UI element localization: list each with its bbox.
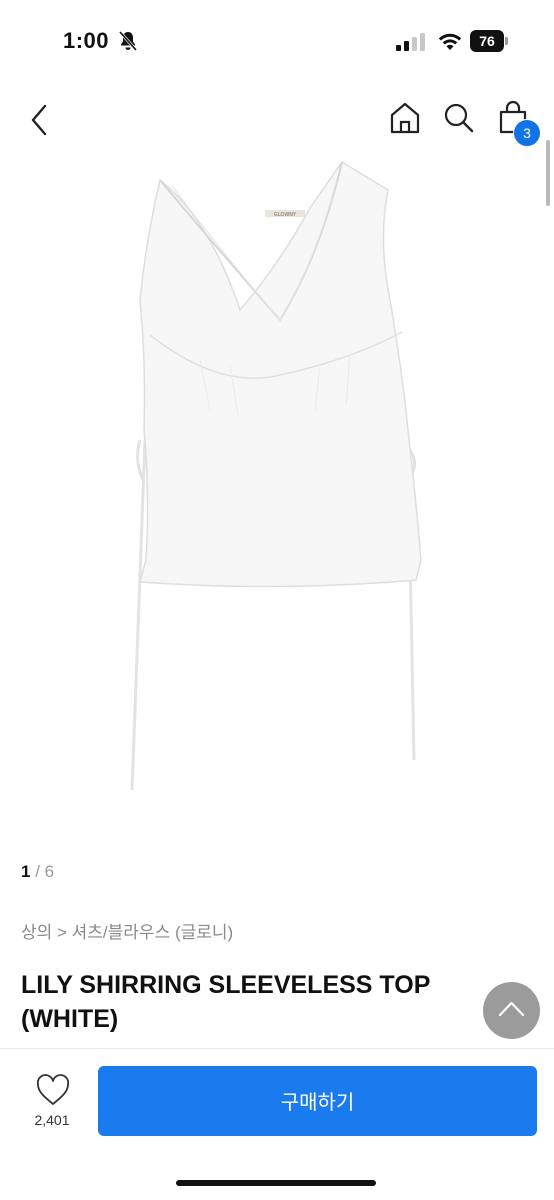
image-pager: 1 / 6 — [21, 862, 54, 882]
signal-icon — [396, 33, 426, 56]
garment-label: GLOWNY — [274, 212, 297, 218]
buy-button[interactable]: 구매하기 — [98, 1066, 537, 1136]
chevron-up-icon — [498, 1001, 525, 1017]
back-icon[interactable] — [26, 100, 56, 140]
cart-count-badge: 3 — [513, 119, 541, 147]
like-count: 2,401 — [34, 1112, 70, 1128]
breadcrumb[interactable]: 상의 > 셔츠/블라우스 (글로니) — [21, 918, 233, 943]
battery-icon: 76 — [470, 30, 504, 52]
divider — [0, 1048, 554, 1049]
pager-total: 6 — [44, 862, 55, 881]
heart-icon[interactable] — [35, 1074, 71, 1108]
battery-nub — [505, 37, 508, 45]
scroll-to-top-button[interactable] — [483, 982, 540, 1039]
home-indicator[interactable] — [176, 1180, 376, 1186]
product-title: LILY SHIRRING SLEEVELESS TOP (WHITE) — [21, 971, 430, 1033]
home-icon[interactable] — [388, 100, 422, 136]
product-image[interactable]: GLOWNY — [110, 160, 445, 810]
bell-slash-icon — [117, 30, 139, 57]
wifi-icon — [437, 30, 463, 57]
pager-separator: / — [30, 862, 45, 881]
search-icon[interactable] — [442, 100, 476, 136]
scrollbar-thumb[interactable] — [546, 140, 550, 206]
status-time: 1:00 — [63, 28, 110, 53]
